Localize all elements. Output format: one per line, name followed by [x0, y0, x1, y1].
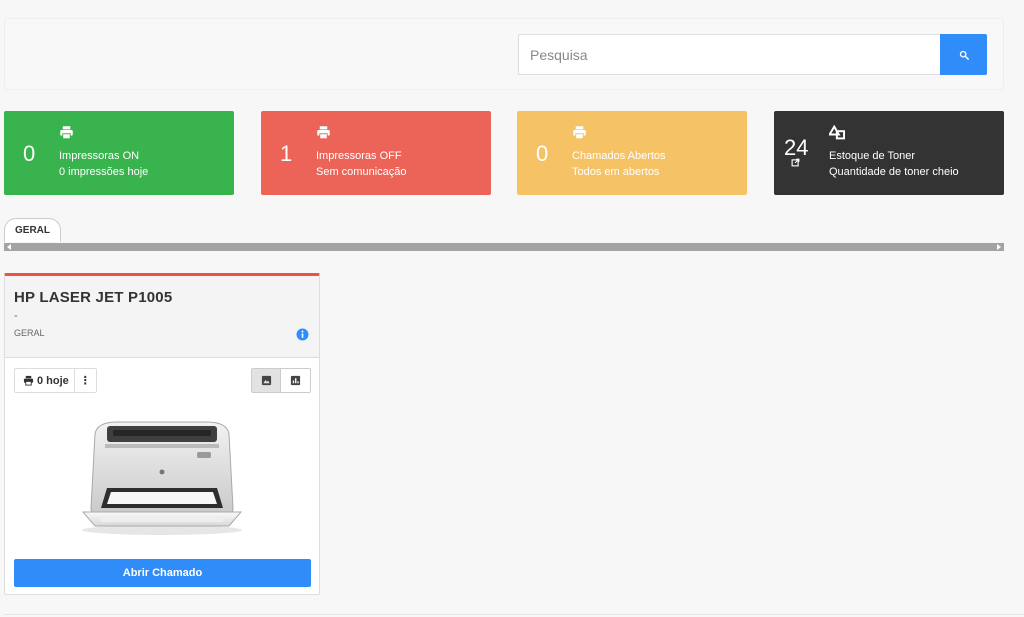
image-icon [261, 375, 271, 386]
scroll-right-icon[interactable] [997, 244, 1001, 250]
toner-stock-card[interactable]: 24 Estoque de Toner Quantidade de toner … [774, 111, 1004, 195]
printers-on-card[interactable]: 0 Impressoras ON 0 impressões hoje [4, 111, 234, 195]
search-icon [959, 50, 969, 60]
toner-stock-sublabel: Quantidade de toner cheio [829, 166, 959, 178]
printer-image [81, 421, 243, 535]
tab-geral[interactable]: GERAL [4, 218, 61, 242]
horizontal-scrollbar[interactable] [4, 243, 1004, 251]
printers-on-label: Impressoras ON [59, 150, 140, 162]
more-options-button[interactable]: ⋮ [75, 369, 96, 392]
print-count-button[interactable]: 0 hoje ⋮ [14, 368, 97, 393]
chart-view-button[interactable] [281, 369, 310, 392]
printer-card-header: HP LASER JET P1005 - GERAL [5, 276, 319, 358]
printer-name: HP LASER JET P1005 [14, 289, 173, 306]
today-count[interactable]: 0 hoje [15, 369, 75, 392]
open-tickets-label: Chamados Abertos [572, 150, 666, 162]
printer-card: HP LASER JET P1005 - GERAL 0 hoje ⋮ Abri… [4, 273, 320, 595]
toner-stock-label: Estoque de Toner [829, 150, 916, 162]
today-count-label: 0 hoje [37, 374, 69, 387]
printers-off-count: 1 [280, 141, 293, 166]
printer-subtitle: - [14, 310, 18, 322]
search-button[interactable] [940, 34, 987, 75]
open-tickets-count: 0 [536, 141, 549, 166]
bar-chart-icon [290, 375, 301, 386]
image-view-button[interactable] [252, 369, 281, 392]
top-bar [4, 18, 1004, 90]
printers-off-sublabel: Sem comunicação [316, 166, 407, 178]
info-icon[interactable] [296, 328, 309, 341]
printers-off-label: Impressoras OFF [316, 150, 402, 162]
open-tickets-sublabel: Todos em abertos [572, 166, 660, 178]
view-toggle [251, 368, 311, 393]
external-link-icon[interactable] [791, 158, 800, 167]
printers-on-sublabel: 0 impressões hoje [59, 166, 149, 178]
printers-off-card[interactable]: 1 Impressoras OFF Sem comunicação [261, 111, 491, 195]
search-input[interactable] [518, 34, 941, 75]
divider [4, 614, 1024, 615]
open-tickets-card[interactable]: 0 Chamados Abertos Todos em abertos [517, 111, 747, 195]
printer-group: GERAL [14, 328, 45, 338]
open-ticket-button[interactable]: Abrir Chamado [14, 559, 311, 587]
printers-on-count: 0 [23, 141, 36, 166]
scroll-left-icon[interactable] [7, 244, 11, 250]
printer-icon [23, 375, 34, 386]
toner-shapes-icon [829, 125, 846, 140]
printer-icon [317, 126, 330, 140]
printer-icon [573, 126, 586, 140]
printer-icon [60, 126, 73, 140]
